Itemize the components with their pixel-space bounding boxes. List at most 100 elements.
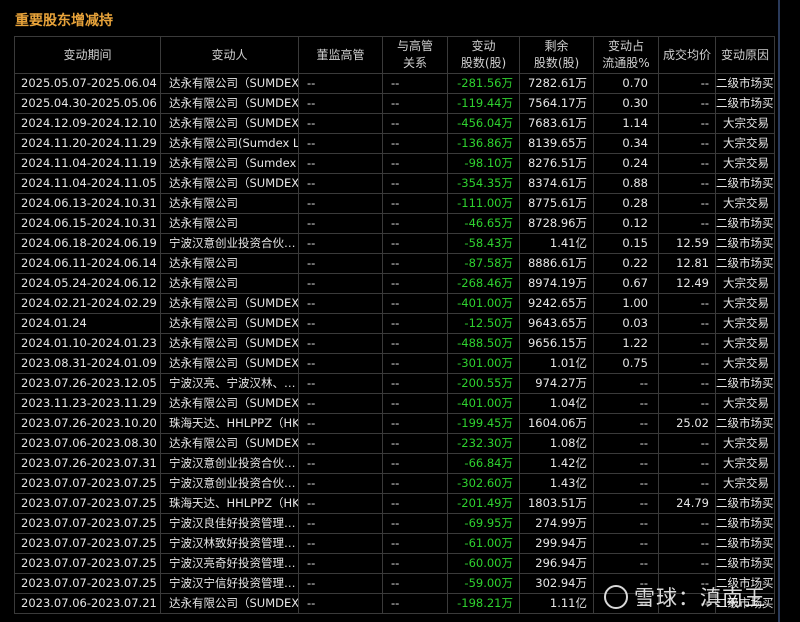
cell-reason: 二级市场买卖 — [715, 373, 775, 394]
cell-pct: 1.22 — [593, 333, 659, 354]
cell-avg: -- — [658, 513, 716, 534]
cell-date: 2024.06.11-2024.06.14 — [14, 253, 161, 274]
cell-reason: 二级市场买卖 — [715, 493, 775, 514]
cell-gj: -- — [298, 393, 383, 414]
cell-chg: -87.58万 — [447, 253, 520, 274]
cell-person: 达永有限公司（SUMDEX L — [160, 393, 299, 414]
header-executive[interactable]: 董监高管 — [298, 36, 383, 74]
cell-rem: 9242.65万 — [519, 293, 594, 314]
table-row[interactable]: 2025.04.30-2025.05.06 达永有限公司（SUMDEX L -- --… — [14, 93, 775, 114]
cell-chg: -354.35万 — [447, 173, 520, 194]
header-relation[interactable]: 与高管 关系 — [382, 36, 448, 74]
watermark-text: 雪球：滇南王 — [634, 586, 766, 610]
cell-person: 宁波汉意创业投资合伙… — [160, 453, 299, 474]
cell-rel: -- — [382, 93, 448, 114]
table-row[interactable]: 2023.07.26-2023.12.05 宁波汉亮、宁波汉林、… -- -- -200… — [14, 373, 775, 394]
header-change-percent[interactable]: 变动占 流通股% — [593, 36, 659, 74]
cell-chg: -66.84万 — [447, 453, 520, 474]
cell-reason: 二级市场买卖 — [715, 93, 775, 114]
cell-reason: 大宗交易 — [715, 113, 775, 134]
cell-date: 2024.12.09-2024.12.10 — [14, 113, 161, 134]
cell-date: 2023.08.31-2024.01.09 — [14, 353, 161, 374]
table-row[interactable]: 2024.01.24 达永有限公司（SUMDEX L -- -- -12.50万 9643… — [14, 313, 775, 334]
cell-rel: -- — [382, 353, 448, 374]
cell-rem: 8139.65万 — [519, 133, 594, 154]
scrollbar-track[interactable] — [778, 0, 780, 622]
table-row[interactable]: 2025.05.07-2025.06.04 达永有限公司（SUMDEX L -- --… — [14, 73, 775, 94]
cell-rem: 302.94万 — [519, 573, 594, 594]
table-row[interactable]: 2024.06.13-2024.10.31 达永有限公司 -- -- -111.00万 8… — [14, 193, 775, 214]
cell-reason: 大宗交易 — [715, 333, 775, 354]
cell-avg: -- — [658, 553, 716, 574]
cell-person: 达永有限公司 — [160, 273, 299, 294]
cell-rel: -- — [382, 153, 448, 174]
cell-chg: -58.43万 — [447, 233, 520, 254]
table-row[interactable]: 2023.07.06-2023.08.30 达永有限公司（SUMDEX L -- --… — [14, 433, 775, 454]
table-row[interactable]: 2023.07.07-2023.07.25 珠海天达、HHLPPZ（HK… -- --… — [14, 493, 775, 514]
header-change-shares[interactable]: 变动 股数(股) — [447, 36, 520, 74]
header-reason[interactable]: 变动原因 — [715, 36, 775, 74]
cell-rem: 9643.65万 — [519, 313, 594, 334]
cell-gj: -- — [298, 353, 383, 374]
cell-date: 2024.06.15-2024.10.31 — [14, 213, 161, 234]
cell-reason: 大宗交易 — [715, 473, 775, 494]
cell-person: 达永有限公司（SUMDEX L — [160, 433, 299, 454]
table-row[interactable]: 2024.06.11-2024.06.14 达永有限公司 -- -- -87.58万 88… — [14, 253, 775, 274]
cell-gj: -- — [298, 533, 383, 554]
cell-rem: 1803.51万 — [519, 493, 594, 514]
header-avg-price[interactable]: 成交均价 — [658, 36, 716, 74]
table-row[interactable]: 2024.12.09-2024.12.10 达永有限公司（SUMDEX L -- --… — [14, 113, 775, 134]
table-row[interactable]: 2023.07.26-2023.10.20 珠海天达、HHLPPZ（HK… -- --… — [14, 413, 775, 434]
table-row[interactable]: 2023.07.26-2023.07.31 宁波汉意创业投资合伙… -- -- -66.… — [14, 453, 775, 474]
header-person[interactable]: 变动人 — [160, 36, 299, 74]
cell-gj: -- — [298, 113, 383, 134]
table-row[interactable]: 2023.07.07-2023.07.25 宁波汉林致好投资管理… -- -- -61.… — [14, 533, 775, 554]
cell-rel: -- — [382, 433, 448, 454]
cell-reason: 大宗交易 — [715, 433, 775, 454]
table-row[interactable]: 2023.08.31-2024.01.09 达永有限公司（SUMDEX L -- --… — [14, 353, 775, 374]
cell-date: 2025.04.30-2025.05.06 — [14, 93, 161, 114]
table-row[interactable]: 2024.02.21-2024.02.29 达永有限公司（SUMDEX L -- --… — [14, 293, 775, 314]
cell-chg: -488.50万 — [447, 333, 520, 354]
table-row[interactable]: 2024.05.24-2024.06.12 达永有限公司 -- -- -268.46万 8… — [14, 273, 775, 294]
table-row[interactable]: 2023.07.07-2023.07.25 宁波汉良佳好投资管理… -- -- -69.… — [14, 513, 775, 534]
table-row[interactable]: 2023.07.07-2023.07.25 宁波汉亮奇好投资管理… -- -- -60.… — [14, 553, 775, 574]
cell-pct: 0.24 — [593, 153, 659, 174]
cell-rem: 1.11亿 — [519, 593, 594, 614]
cell-chg: -59.00万 — [447, 573, 520, 594]
cell-rem: 1.01亿 — [519, 353, 594, 374]
cell-person: 宁波汉意创业投资合伙… — [160, 473, 299, 494]
table-row[interactable]: 2024.11.04-2024.11.05 达永有限公司（SUMDEX L -- --… — [14, 173, 775, 194]
cell-avg: -- — [658, 113, 716, 134]
cell-rem: 7282.61万 — [519, 73, 594, 94]
table-row[interactable]: 2024.11.20-2024.11.29 达永有限公司(Sumdex L -- --… — [14, 133, 775, 154]
table-row[interactable]: 2024.06.15-2024.10.31 达永有限公司 -- -- -46.65万 87… — [14, 213, 775, 234]
cell-gj: -- — [298, 433, 383, 454]
cell-avg: 12.81 — [658, 253, 716, 274]
cell-person: 宁波汉亮奇好投资管理… — [160, 553, 299, 574]
table-row[interactable]: 2023.11.23-2023.11.29 达永有限公司（SUMDEX L -- --… — [14, 393, 775, 414]
cell-reason: 二级市场买卖 — [715, 73, 775, 94]
cell-reason: 大宗交易 — [715, 273, 775, 294]
header-date[interactable]: 变动期间 — [14, 36, 161, 74]
cell-pct: 0.88 — [593, 173, 659, 194]
cell-chg: -119.44万 — [447, 93, 520, 114]
table-row[interactable]: 2023.07.07-2023.07.25 宁波汉意创业投资合伙… -- -- -302… — [14, 473, 775, 494]
cell-gj: -- — [298, 133, 383, 154]
cell-date: 2024.11.04-2024.11.19 — [14, 153, 161, 174]
table-row[interactable]: 2024.06.18-2024.06.19 宁波汉意创业投资合伙… -- -- -58.… — [14, 233, 775, 254]
cell-gj: -- — [298, 373, 383, 394]
table-row[interactable]: 2024.01.10-2024.01.23 达永有限公司（SUMDEX L -- --… — [14, 333, 775, 354]
cell-reason: 大宗交易 — [715, 393, 775, 414]
header-remaining-shares[interactable]: 剩余 股数(股) — [519, 36, 594, 74]
cell-avg: 25.02 — [658, 413, 716, 434]
cell-pct: -- — [593, 393, 659, 414]
cell-pct: 0.22 — [593, 253, 659, 274]
cell-reason: 二级市场买卖 — [715, 173, 775, 194]
cell-rel: -- — [382, 213, 448, 234]
cell-date: 2023.11.23-2023.11.29 — [14, 393, 161, 414]
table-row[interactable]: 2024.11.04-2024.11.19 达永有限公司（Sumdex L -- --… — [14, 153, 775, 174]
cell-pct: 0.03 — [593, 313, 659, 334]
cell-person: 达永有限公司（SUMDEX L — [160, 353, 299, 374]
cell-rel: -- — [382, 573, 448, 594]
